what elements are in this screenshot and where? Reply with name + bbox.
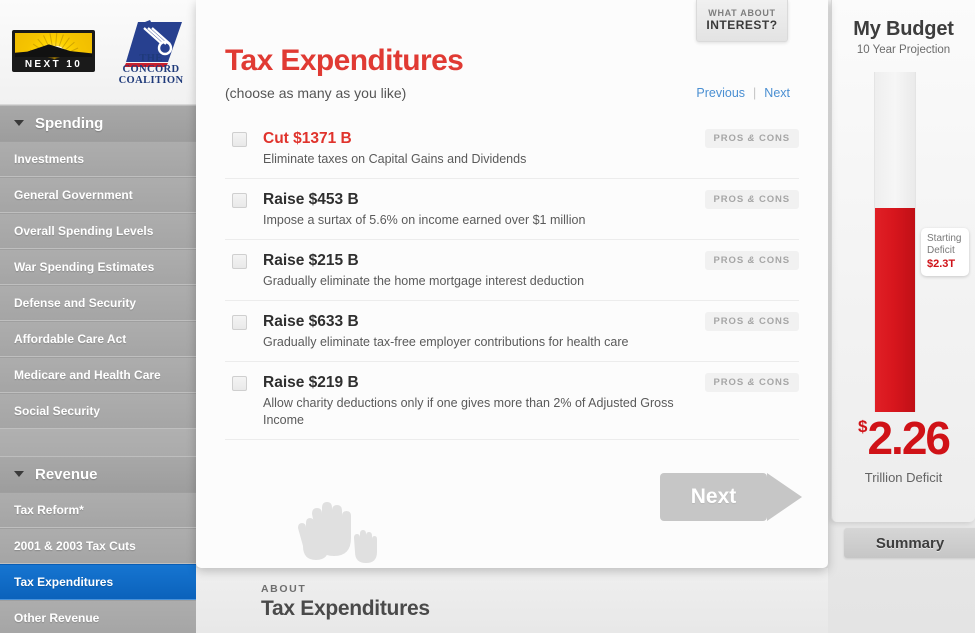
next-button[interactable]: Next bbox=[660, 473, 767, 521]
sidebar-section-spending[interactable]: Spending bbox=[0, 105, 196, 141]
option-checkbox[interactable] bbox=[232, 132, 247, 147]
ampersand-glyph: & bbox=[747, 133, 756, 144]
starting-deficit-callout: Starting Deficit $2.3T bbox=[921, 228, 969, 276]
pros-and-cons-button[interactable]: PROS & CONS bbox=[704, 373, 799, 392]
pros-and-cons-button[interactable]: PROS & CONS bbox=[704, 129, 799, 148]
raised-hands-icon bbox=[276, 496, 386, 568]
sidebar-item-tax-expenditures[interactable]: Tax Expenditures bbox=[0, 564, 196, 600]
about-kicker: ABOUT bbox=[261, 583, 307, 595]
deficit-amount: 2.26 bbox=[867, 412, 951, 464]
sidebar-item-tax-reform[interactable]: Tax Reform* bbox=[0, 492, 196, 528]
next10-wordmark: NEXT 10 bbox=[24, 59, 83, 70]
sidebar-section-title: Revenue bbox=[35, 465, 98, 483]
callout-line2: Deficit bbox=[927, 245, 955, 256]
list-item[interactable]: Raise $215 B Gradually eliminate the hom… bbox=[225, 240, 799, 301]
option-checkbox[interactable] bbox=[232, 254, 247, 269]
option-description: Gradually eliminate tax-free employer co… bbox=[263, 335, 629, 349]
sidebar: NEXT 10 THE CONCORD COALITION Spending I… bbox=[0, 0, 196, 633]
chevron-down-icon bbox=[14, 120, 24, 126]
option-checkbox[interactable] bbox=[232, 315, 247, 330]
logo-bar: NEXT 10 THE CONCORD COALITION bbox=[0, 0, 196, 105]
budget-subtitle: 10 Year Projection bbox=[856, 44, 951, 56]
ampersand-glyph: & bbox=[747, 377, 756, 388]
sidebar-item-other-revenue[interactable]: Other Revenue bbox=[0, 600, 196, 633]
list-item[interactable]: Cut $1371 B Eliminate taxes on Capital G… bbox=[225, 118, 799, 179]
chevron-down-icon bbox=[14, 471, 24, 477]
app-root: NEXT 10 THE CONCORD COALITION Spending I… bbox=[0, 0, 975, 633]
ampersand-glyph: & bbox=[747, 316, 756, 327]
total-deficit-label: Trillion Deficit bbox=[864, 470, 943, 485]
pros-and-cons-button[interactable]: PROS & CONS bbox=[704, 251, 799, 270]
previous-link[interactable]: Previous bbox=[696, 86, 745, 100]
next-link[interactable]: Next bbox=[764, 86, 790, 100]
pros-and-cons-button[interactable]: PROS & CONS bbox=[704, 312, 799, 331]
option-description: Allow charity deductions only if one giv… bbox=[263, 396, 674, 427]
total-deficit-value: $2.26 bbox=[832, 415, 975, 461]
about-title: Tax Expenditures bbox=[261, 597, 430, 620]
sidebar-item-social-security[interactable]: Social Security bbox=[0, 393, 196, 429]
sidebar-item-investments[interactable]: Investments bbox=[0, 141, 196, 177]
deficit-meter bbox=[874, 72, 916, 412]
callout-line1: Starting bbox=[927, 233, 962, 244]
ampersand-glyph: & bbox=[747, 255, 756, 266]
tax-expenditures-modal: WHAT ABOUT INTEREST? Tax Expenditures (c… bbox=[196, 0, 828, 568]
budget-title: My Budget bbox=[853, 18, 954, 40]
pros-and-cons-button[interactable]: PROS & CONS bbox=[704, 190, 799, 209]
pager: Previous | Next bbox=[696, 86, 790, 100]
concord-coalition-logo[interactable]: THE CONCORD COALITION bbox=[110, 18, 192, 88]
sidebar-item-defense-and-security[interactable]: Defense and Security bbox=[0, 285, 196, 321]
about-section: ABOUT Tax Expenditures bbox=[196, 568, 828, 633]
sidebar-section-title: Spending bbox=[35, 114, 104, 132]
option-list: Cut $1371 B Eliminate taxes on Capital G… bbox=[225, 118, 799, 440]
deficit-bar bbox=[875, 208, 915, 412]
sidebar-item-war-spending-estimates[interactable]: War Spending Estimates bbox=[0, 249, 196, 285]
list-item[interactable]: Raise $453 B Impose a surtax of 5.6% on … bbox=[225, 179, 799, 240]
sidebar-item-medicare-and-health-care[interactable]: Medicare and Health Care bbox=[0, 357, 196, 393]
list-item[interactable]: Raise $633 B Gradually eliminate tax-fre… bbox=[225, 301, 799, 362]
next-button-arrow-icon bbox=[767, 473, 802, 521]
ampersand-glyph: & bbox=[747, 194, 756, 205]
option-checkbox[interactable] bbox=[232, 376, 247, 391]
summary-button[interactable]: Summary bbox=[844, 528, 975, 558]
next10-logo[interactable]: NEXT 10 bbox=[12, 30, 95, 72]
sidebar-item-overall-spending-levels[interactable]: Overall Spending Levels bbox=[0, 213, 196, 249]
sidebar-item-general-government[interactable]: General Government bbox=[0, 177, 196, 213]
callout-value: $2.3T bbox=[927, 258, 956, 270]
what-about-interest-tab[interactable]: WHAT ABOUT INTEREST? bbox=[696, 0, 788, 42]
sidebar-item-affordable-care-act[interactable]: Affordable Care Act bbox=[0, 321, 196, 357]
page-title: Tax Expenditures bbox=[225, 44, 464, 77]
list-item[interactable]: Raise $219 B Allow charity deductions on… bbox=[225, 362, 799, 440]
budget-card: My Budget 10 Year Projection Starting De… bbox=[831, 0, 975, 522]
option-description: Impose a surtax of 5.6% on income earned… bbox=[263, 213, 586, 227]
sidebar-section-revenue[interactable]: Revenue bbox=[0, 456, 196, 492]
sidebar-divider bbox=[0, 429, 196, 456]
concord-wordmark: THE CONCORD COALITION bbox=[118, 53, 184, 86]
sidebar-item-2001-2003-tax-cuts[interactable]: 2001 & 2003 Tax Cuts bbox=[0, 528, 196, 564]
option-description: Eliminate taxes on Capital Gains and Div… bbox=[263, 152, 527, 166]
option-description: Gradually eliminate the home mortgage in… bbox=[263, 274, 585, 288]
option-checkbox[interactable] bbox=[232, 193, 247, 208]
interest-tab-line2: INTEREST? bbox=[706, 18, 778, 32]
budget-panel: My Budget 10 Year Projection Starting De… bbox=[827, 0, 975, 633]
page-subtitle: (choose as many as you like) bbox=[225, 85, 407, 101]
pager-separator: | bbox=[753, 86, 757, 100]
